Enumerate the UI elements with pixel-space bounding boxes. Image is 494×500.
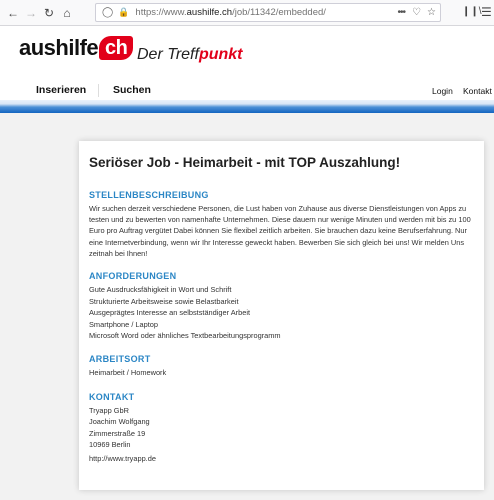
description-heading: STELLENBESCHREIBUNG: [89, 190, 209, 200]
lock-icon[interactable]: 🔒: [118, 7, 129, 18]
site-logo[interactable]: aushilfe ch: [19, 36, 134, 60]
reload-icon[interactable]: ↻: [40, 4, 58, 22]
location-heading: ARBEITSORT: [89, 353, 151, 364]
nav-insert-link[interactable]: Inserieren: [36, 84, 86, 96]
back-arrow-icon[interactable]: ←: [4, 4, 22, 22]
contact-person: Joachim Wolfgang: [89, 417, 150, 427]
main-nav: Inserieren Suchen Login Kontakt: [0, 81, 494, 100]
home-icon[interactable]: ⌂: [58, 4, 76, 22]
job-description: Wir suchen derzeit verschiedene Personen…: [89, 204, 471, 258]
requirements-list: Gute Ausdrucksfähigkeit in Wort und Schr…: [89, 284, 474, 342]
library-icon[interactable]: ❙❙\: [462, 6, 482, 17]
contact-heading: KONTAKT: [89, 391, 135, 402]
contact-link[interactable]: Kontakt: [463, 86, 492, 96]
browser-toolbar: ← → ↻ ⌂ ◯ 🔒 https://www.aushilfe.ch/job/…: [0, 0, 494, 26]
nav-divider: [98, 84, 99, 97]
contact-city: 10969 Berlin: [89, 440, 131, 450]
page-actions-icon[interactable]: •••: [398, 7, 406, 18]
forward-arrow-icon[interactable]: →: [22, 4, 40, 22]
contact-website-link[interactable]: http://www.tryapp.de: [89, 454, 474, 463]
nav-search-link[interactable]: Suchen: [113, 84, 151, 96]
url-bar[interactable]: ◯ 🔒 https://www.aushilfe.ch/job/11342/em…: [95, 3, 441, 22]
list-item: Gute Ausdrucksfähigkeit in Wort und Schr…: [89, 285, 232, 295]
job-location: Heimarbeit / Homework: [89, 367, 167, 377]
shield-icon[interactable]: ◯: [102, 7, 113, 18]
list-item: Smartphone / Laptop: [89, 319, 159, 329]
site-tagline: Der Treffpunkt: [137, 46, 243, 63]
login-link[interactable]: Login: [432, 86, 453, 96]
pocket-icon[interactable]: ♡: [412, 7, 421, 18]
bookmark-star-icon[interactable]: ☆: [427, 7, 436, 18]
list-item: Strukturierte Arbeitsweise sowie Belastb…: [89, 296, 239, 306]
header-stripe: [0, 100, 494, 113]
hamburger-menu-icon[interactable]: ☰: [481, 5, 492, 19]
contact-block: Tryapp GbR Joachim Wolfgang Zimmerstraße…: [89, 405, 474, 463]
site-header: aushilfe ch Der Treffpunkt: [0, 27, 494, 81]
list-item: Microsoft Word oder ähnliches Textbearbe…: [89, 331, 281, 341]
job-title: Seriöser Job - Heimarbeit - mit TOP Ausz…: [89, 155, 401, 170]
job-card: Seriöser Job - Heimarbeit - mit TOP Ausz…: [79, 141, 484, 490]
contact-company: Tryapp GbR: [89, 405, 129, 415]
requirements-heading: ANFORDERUNGEN: [89, 271, 177, 282]
list-item: Ausgeprägtes Interesse an selbstständige…: [89, 308, 251, 318]
url-text[interactable]: https://www.aushilfe.ch/job/11342/embedd…: [135, 7, 326, 18]
contact-street: Zimmerstraße 19: [89, 428, 146, 438]
